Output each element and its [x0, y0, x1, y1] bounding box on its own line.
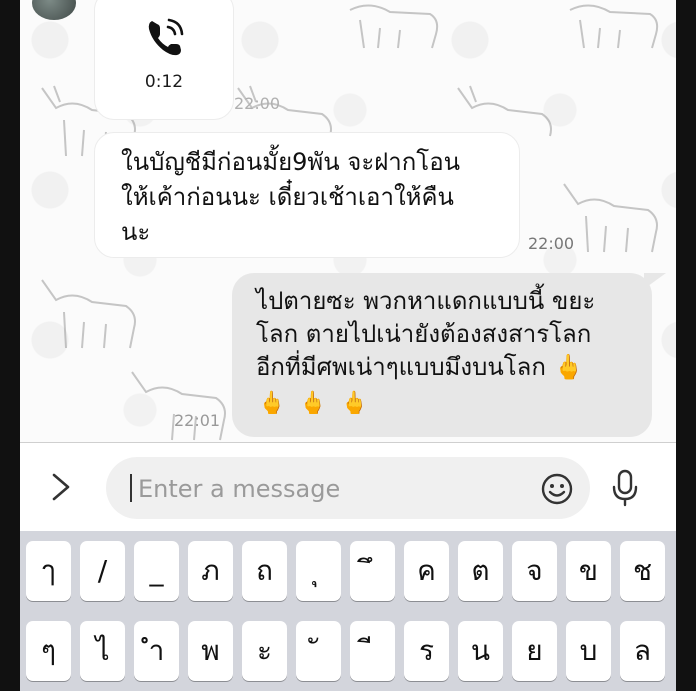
incoming-message-timestamp: 22:00: [528, 234, 575, 253]
key[interactable]: ล: [620, 621, 665, 681]
key[interactable]: /: [80, 541, 125, 601]
unicorn-doodle-icon: [457, 85, 552, 137]
key[interactable]: ึ: [350, 541, 395, 601]
key[interactable]: ั: [296, 621, 341, 681]
thai-keyboard: ๅ / _ ภ ถ ุ ึ ค ต จ ข ช ๆ ไ ำ พ ะ ั ี ร …: [20, 531, 676, 691]
chevron-right-icon[interactable]: [48, 471, 74, 503]
key[interactable]: ภ: [188, 541, 233, 601]
key[interactable]: พ: [188, 621, 233, 681]
key[interactable]: ุ: [296, 541, 341, 601]
key[interactable]: ๆ: [26, 621, 71, 681]
key[interactable]: ข: [566, 541, 611, 601]
unicorn-doodle-icon: [569, 4, 659, 49]
outgoing-message-timestamp: 22:01: [174, 411, 221, 430]
unicorn-doodle-icon: [349, 4, 439, 49]
key[interactable]: ไ: [80, 621, 125, 681]
call-bubble[interactable]: 0:12: [94, 0, 234, 120]
incoming-message-bubble[interactable]: ในบัญชีมีก่อนมั้ย9พัน จะฝากโอน ให้เค้าก่…: [94, 132, 520, 258]
outgoing-message-emoji: 🖕🖕🖕: [258, 391, 383, 416]
message-input[interactable]: [136, 469, 520, 509]
phone-screen: 0:12 22:00 ในบัญชีมีก่อนมั้ย9พัน จะฝากโอ…: [20, 0, 676, 691]
microphone-icon[interactable]: [612, 469, 638, 507]
unicorn-doodle-icon: [131, 371, 226, 441]
message-input-bar: [20, 443, 676, 531]
key[interactable]: ี: [350, 621, 395, 681]
key[interactable]: ๅ: [26, 541, 71, 601]
outgoing-message-bubble[interactable]: ไปตายซะ พวกหาแดกแบบนี้ ขยะ โลก ตายไปเน่า…: [232, 273, 666, 437]
key[interactable]: ถ: [242, 541, 287, 601]
key[interactable]: _: [134, 541, 179, 601]
call-timestamp: 22:00: [234, 94, 281, 113]
outgoing-message-text: ไปตายซะ พวกหาแดกแบบนี้ ขยะ โลก ตายไปเน่า…: [256, 287, 596, 381]
text-cursor: [130, 474, 132, 502]
key[interactable]: น: [458, 621, 503, 681]
unicorn-doodle-icon: [41, 279, 136, 349]
key[interactable]: ย: [512, 621, 557, 681]
key[interactable]: ค: [404, 541, 449, 601]
key[interactable]: ะ: [242, 621, 287, 681]
chat-area[interactable]: 0:12 22:00 ในบัญชีมีก่อนมั้ย9พัน จะฝากโอ…: [20, 0, 676, 443]
contact-avatar[interactable]: [32, 0, 76, 20]
key[interactable]: จ: [512, 541, 557, 601]
phone-call-icon: [148, 18, 184, 56]
incoming-message-text: ในบัญชีมีก่อนมั้ย9พัน จะฝากโอน ให้เค้าก่…: [121, 148, 461, 246]
smiley-icon[interactable]: [540, 472, 574, 506]
key[interactable]: บ: [566, 621, 611, 681]
key[interactable]: ช: [620, 541, 665, 601]
message-field[interactable]: [106, 457, 590, 519]
key[interactable]: ำ: [134, 621, 179, 681]
key[interactable]: ต: [458, 541, 503, 601]
key[interactable]: ร: [404, 621, 449, 681]
call-duration: 0:12: [144, 72, 184, 92]
